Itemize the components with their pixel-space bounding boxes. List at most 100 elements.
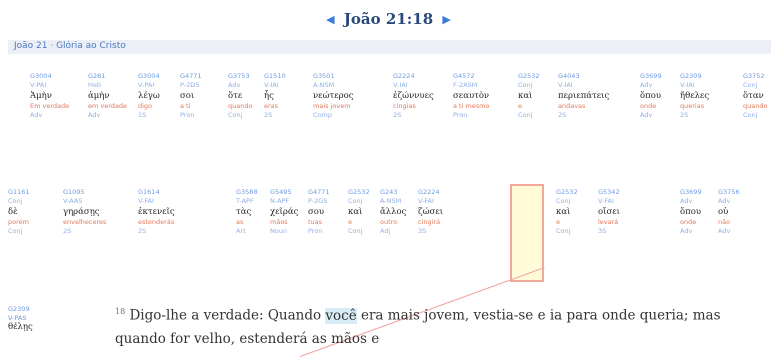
interlinear-word[interactable]: G2309 V-PAS θέλῃς	[8, 305, 33, 332]
strong-number[interactable]: G1614	[138, 188, 175, 197]
interlinear-word[interactable]: G5342 V-FAI οἴσει levará 3S	[598, 188, 620, 236]
morph-code[interactable]: Conj	[348, 197, 370, 206]
strong-number[interactable]: G2532	[556, 188, 578, 197]
morph-code[interactable]: A-NSM	[313, 81, 353, 90]
morph-code[interactable]: V-IAI	[393, 81, 434, 90]
interlinear-word[interactable]: G2224 V-IAI ἐζώννυες cingias 2S	[393, 72, 434, 120]
morph-code[interactable]: V-FAI	[138, 197, 175, 206]
greek-word: καὶ	[348, 207, 363, 217]
morph-code[interactable]: P-2GS	[308, 197, 330, 206]
morph-code[interactable]: V-FAI	[598, 197, 620, 206]
interlinear-word[interactable]: G5495 N-APF χεῖράς mãos Noun	[270, 188, 298, 236]
interlinear-word[interactable]: G2532 Conj καὶ e Conj	[518, 72, 540, 120]
highlighted-word[interactable]: você	[325, 307, 357, 324]
strong-number[interactable]: G2532	[518, 72, 540, 81]
interlinear-word[interactable]: G2532 Conj καὶ e Conj	[348, 188, 370, 236]
strong-number[interactable]: G1161	[8, 188, 30, 197]
breadcrumb[interactable]: João 21 · Glória ao Cristo	[14, 41, 126, 51]
morph-code[interactable]: V-IAI	[264, 81, 286, 90]
interlinear-word[interactable]: G3752 Conj ὅταν quando Conj	[743, 72, 767, 120]
strong-number[interactable]: G243	[380, 188, 406, 197]
morph-code[interactable]: Conj	[556, 197, 578, 206]
strong-number[interactable]: G3588	[236, 188, 258, 197]
strong-number[interactable]: G1510	[264, 72, 286, 81]
morph-code[interactable]: Conj	[518, 81, 540, 90]
morph-code[interactable]: Adv	[228, 81, 252, 90]
part-of-speech: Comp	[313, 111, 332, 119]
interlinear-word[interactable]: G3753 Adv ὅτε quando Conj	[228, 72, 252, 120]
strong-number[interactable]: G3501	[313, 72, 353, 81]
morph-code[interactable]: F-2ASM	[453, 81, 490, 90]
morph-code[interactable]: N-APF	[270, 197, 298, 206]
morph-code[interactable]: V-PAI	[138, 81, 160, 90]
strong-number[interactable]: G3004	[138, 72, 160, 81]
morph-code[interactable]: V-IAI	[680, 81, 709, 90]
interlinear-word[interactable]: G3004 V-PAI Ἀμὴν Em verdade Adv	[30, 72, 69, 120]
word-translation: estenderás	[138, 218, 175, 226]
verse-number: 18	[115, 307, 126, 316]
morph-code[interactable]: T-APF	[236, 197, 258, 206]
interlinear-word[interactable]: G4771 P-2GS σου tuas Pron	[308, 188, 330, 236]
strong-number[interactable]: G281	[88, 72, 127, 81]
strong-number[interactable]: G2309	[680, 72, 709, 81]
interlinear-word[interactable]: G1095 V-AAS γηράσῃς envelheceres 2S	[63, 188, 106, 236]
word-translation: as	[236, 218, 244, 226]
morph-code[interactable]: V-AAS	[63, 197, 106, 206]
strong-number[interactable]: G3753	[228, 72, 252, 81]
interlinear-word[interactable]: G2224 V-FAI ζώσει cingirá 3S	[418, 188, 443, 236]
interlinear-word[interactable]: G3588 T-APF τὰς as Art	[236, 188, 258, 236]
morph-code[interactable]: V-PAI	[30, 81, 69, 90]
strong-number[interactable]: G4771	[180, 72, 202, 81]
word-translation: mãos	[270, 218, 288, 226]
morph-code[interactable]: V-FAI	[418, 197, 443, 206]
strong-number[interactable]: G3699	[680, 188, 702, 197]
greek-word: σου	[308, 207, 325, 217]
interlinear-word[interactable]: G1614 V-FAI ἐκτενεῖς estenderás 2S	[138, 188, 175, 236]
interlinear-word[interactable]: G3699 Adv ὅπου onde Adv	[680, 188, 702, 236]
morph-code[interactable]: Adv	[640, 81, 662, 90]
strong-number[interactable]: G5342	[598, 188, 620, 197]
interlinear-word[interactable]: G2309 V-IAI ἤθελες querias 2S	[680, 72, 709, 120]
interlinear-word[interactable]: G3756 Adv οὐ não Adv	[718, 188, 740, 236]
strong-number[interactable]: G2224	[418, 188, 443, 197]
greek-word: νεώτερος	[313, 91, 354, 101]
strong-number[interactable]: G4771	[308, 188, 330, 197]
strong-number[interactable]: G4572	[453, 72, 490, 81]
strong-number[interactable]: G4043	[558, 72, 609, 81]
next-verse-icon[interactable]: ▶	[442, 13, 450, 26]
morph-code[interactable]: A-NSM	[380, 197, 406, 206]
morph-code[interactable]: V-IAI	[558, 81, 609, 90]
interlinear-word[interactable]: G4043 V-IAI περιεπάτεις andavas 2S	[558, 72, 609, 120]
strong-number[interactable]: G1095	[63, 188, 106, 197]
part-of-speech: Conj	[8, 227, 23, 235]
strong-number[interactable]: G2224	[393, 72, 434, 81]
strong-number[interactable]: G5495	[270, 188, 298, 197]
prev-verse-icon[interactable]: ◀	[326, 13, 334, 26]
interlinear-word[interactable]: G4771 P-2DS σοι a ti Pron	[180, 72, 202, 120]
interlinear-word[interactable]: G3501 A-NSM νεώτερος mais jovem Comp	[313, 72, 353, 120]
strong-number[interactable]: G3752	[743, 72, 767, 81]
interlinear-word[interactable]: G243 A-NSM ἄλλος outro Adj	[380, 188, 406, 236]
word-translation: mais jovem	[313, 102, 351, 110]
interlinear-word[interactable]: G3699 Adv ὅπου onde Adv	[640, 72, 662, 120]
morph-code[interactable]: Heb	[88, 81, 127, 90]
morph-code[interactable]: Adv	[718, 197, 740, 206]
morph-code[interactable]: Adv	[680, 197, 702, 206]
interlinear-word[interactable]: G1161 Conj δὲ porém Conj	[8, 188, 30, 236]
greek-word: ὅπου	[680, 207, 701, 217]
interlinear-word[interactable]: G2532 Conj καὶ e Conj	[556, 188, 578, 236]
morph-code[interactable]: P-2DS	[180, 81, 202, 90]
strong-number[interactable]: G3756	[718, 188, 740, 197]
interlinear-word[interactable]: G4572 F-2ASM σεαυτὸν a ti mesmo Pron	[453, 72, 490, 120]
strong-number[interactable]: G2309	[8, 305, 33, 314]
word-translation: cingirá	[418, 218, 441, 226]
strong-number[interactable]: G3004	[30, 72, 69, 81]
strong-number[interactable]: G3699	[640, 72, 662, 81]
greek-word: θέλῃς	[8, 322, 33, 332]
interlinear-word[interactable]: G281 Heb ἀμὴν em verdade Adv	[88, 72, 127, 120]
strong-number[interactable]: G2532	[348, 188, 370, 197]
morph-code[interactable]: Conj	[8, 197, 30, 206]
interlinear-word[interactable]: G3004 V-PAI λέγω digo 1S	[138, 72, 160, 120]
morph-code[interactable]: Conj	[743, 81, 767, 90]
interlinear-word[interactable]: G1510 V-IAI ἦς eras 2S	[264, 72, 286, 120]
